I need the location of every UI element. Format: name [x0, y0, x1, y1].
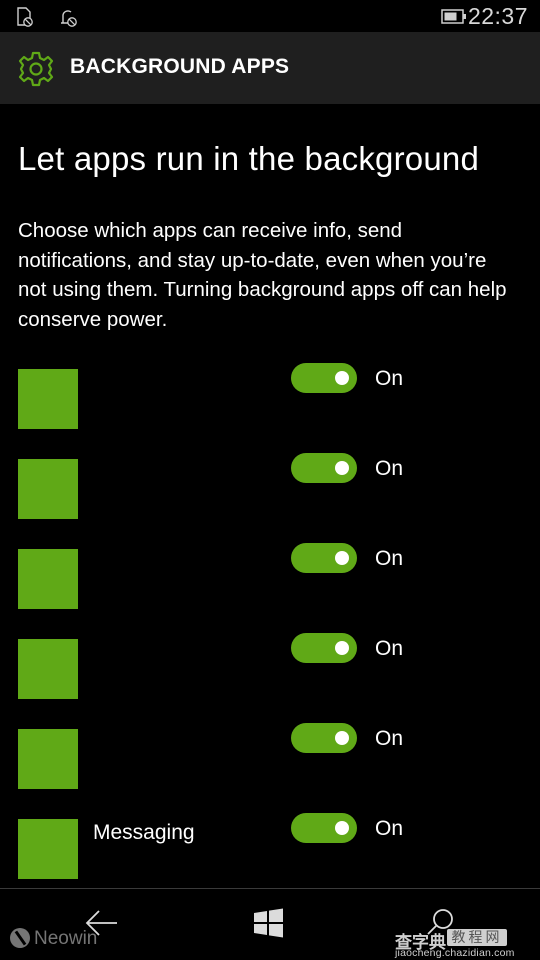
- app-row: On: [0, 543, 540, 639]
- toggle-knob: [335, 731, 349, 745]
- app-icon: [18, 459, 78, 519]
- windows-logo-icon[interactable]: [249, 906, 289, 940]
- app-icon: [18, 549, 78, 609]
- background-toggle[interactable]: [291, 633, 357, 663]
- app-icon: [18, 729, 78, 789]
- toggle-state-label: On: [375, 367, 404, 390]
- sim-blocked-icon: [17, 7, 33, 27]
- section-description: Choose which apps can receive info, send…: [18, 219, 507, 331]
- notification-blocked-icon: [61, 10, 77, 27]
- clock: 22:37: [467, 3, 528, 29]
- toggle-knob: [335, 821, 349, 835]
- toggle-knob: [335, 461, 349, 475]
- chazidian-badge: 教程网: [447, 929, 507, 946]
- background-toggle[interactable]: [291, 543, 357, 573]
- background-toggle[interactable]: [291, 813, 357, 843]
- section-heading: Let apps run in the background: [18, 140, 479, 177]
- toggle-state-label: On: [375, 727, 404, 750]
- app-icon: [18, 639, 78, 699]
- app-icon: [18, 369, 78, 429]
- gear-icon: [18, 51, 54, 87]
- app-row: On: [0, 723, 540, 819]
- toggle-state-label: On: [375, 547, 404, 570]
- toggle-knob: [335, 371, 349, 385]
- app-row: On: [0, 453, 540, 549]
- neowin-watermark: Neowin: [10, 928, 97, 952]
- toggle-state-label: On: [375, 817, 404, 840]
- app-row: On: [0, 633, 540, 729]
- page-title: BACKGROUND APPS: [70, 55, 290, 78]
- chazidian-url: jiaocheng.chazidian.com: [395, 947, 515, 959]
- toggle-state-label: On: [375, 637, 404, 660]
- toggle-knob: [335, 641, 349, 655]
- app-icon: [18, 819, 78, 879]
- app-name: Messaging: [93, 821, 195, 844]
- toggle-knob: [335, 551, 349, 565]
- background-toggle[interactable]: [291, 453, 357, 483]
- background-toggle[interactable]: [291, 363, 357, 393]
- neowin-text: Neowin: [34, 928, 98, 949]
- status-bar: 22:37: [0, 0, 540, 32]
- app-row: On: [0, 363, 540, 459]
- battery-icon: [441, 9, 466, 24]
- background-toggle[interactable]: [291, 723, 357, 753]
- neowin-logo-icon: [10, 928, 30, 948]
- chazidian-watermark: 查字典 教程网 jiaocheng.chazidian.com: [395, 928, 540, 960]
- toggle-state-label: On: [375, 457, 404, 480]
